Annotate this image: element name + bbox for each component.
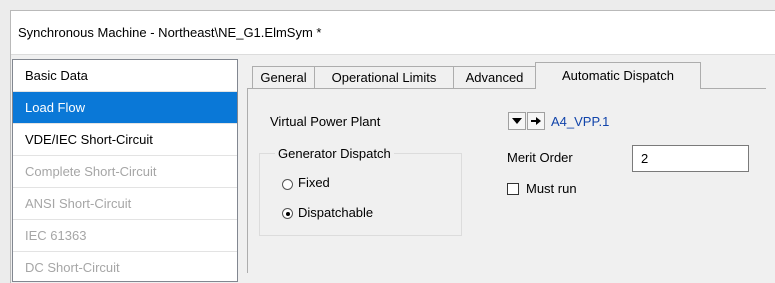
sidebar: Basic Data Load Flow VDE/IEC Short-Circu… [12,59,238,282]
tab-advanced[interactable]: Advanced [453,66,536,88]
radio-fixed-label: Fixed [298,175,330,190]
vpp-link[interactable]: A4_VPP.1 [551,114,609,129]
sidebar-item-ansi-short-circuit[interactable]: ANSI Short-Circuit [13,188,237,220]
tab-automatic-dispatch[interactable]: Automatic Dispatch [535,62,701,89]
radio-dispatchable-label: Dispatchable [298,205,374,220]
title-bar: Synchronous Machine - Northeast\NE_G1.El… [11,11,775,55]
sidebar-item-iec-61363[interactable]: IEC 61363 [13,220,237,252]
vpp-label: Virtual Power Plant [270,114,381,129]
generator-dispatch-group [259,153,462,236]
generator-dispatch-title: Generator Dispatch [275,146,394,161]
tab-operational-limits[interactable]: Operational Limits [314,66,454,88]
must-run-label: Must run [526,181,577,196]
sidebar-item-complete-short-circuit[interactable]: Complete Short-Circuit [13,156,237,188]
sidebar-item-dc-short-circuit[interactable]: DC Short-Circuit [13,252,237,281]
radio-selected-dot [285,211,290,216]
window-title: Synchronous Machine - Northeast\NE_G1.El… [18,25,322,40]
merit-order-input[interactable] [632,145,749,172]
tab-general[interactable]: General [252,66,315,88]
arrow-right-icon [531,117,541,125]
sidebar-item-load-flow[interactable]: Load Flow [13,92,237,124]
dropdown-triangle-icon [512,118,522,124]
merit-order-label: Merit Order [507,150,573,165]
sidebar-item-vde-iec-short-circuit[interactable]: VDE/IEC Short-Circuit [13,124,237,156]
radio-fixed[interactable] [282,179,293,190]
radio-dispatchable[interactable] [282,208,293,219]
vpp-select-button[interactable] [508,112,526,130]
must-run-checkbox[interactable] [507,183,519,195]
vpp-jump-button[interactable] [527,112,545,130]
sidebar-item-basic-data[interactable]: Basic Data [13,60,237,92]
